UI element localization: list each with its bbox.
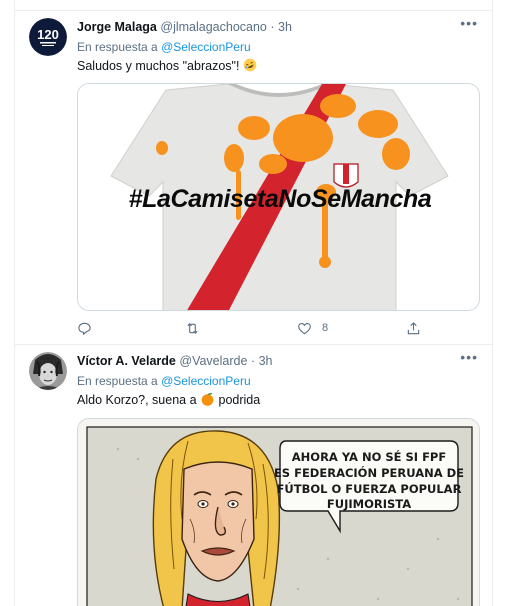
tweet-text: Aldo Korzo?, suena a podrida (77, 392, 260, 409)
share-button[interactable] (406, 319, 421, 337)
hashtag-text: #LaCamisetaNoSeMancha (129, 185, 432, 213)
reply-context: En respuesta a @SeleccionPeru (77, 40, 251, 54)
tweet[interactable]: 120 Jorge Malaga @jlmalagachocano · 3h •… (15, 10, 492, 344)
author-handle[interactable]: @Vavelarde (179, 354, 247, 368)
more-options-icon[interactable]: ••• (460, 349, 478, 365)
reply-prefix: En respuesta a (77, 374, 158, 388)
retweet-icon (187, 322, 198, 334)
author-name[interactable]: Víctor A. Velarde (77, 354, 176, 368)
reply-mention[interactable]: @SeleccionPeru (161, 374, 251, 388)
bubble-line-2: ES FEDERACIÓN PERUANA DE (274, 465, 464, 480)
avatar[interactable]: 120 (29, 18, 67, 56)
tweet-text-before: Aldo Korzo?, suena a (77, 393, 197, 407)
more-options-icon[interactable]: ••• (460, 15, 478, 31)
tweet-header: Jorge Malaga @jlmalagachocano · 3h (77, 20, 292, 34)
tweet-actions: 8 (77, 319, 437, 337)
reply-prefix: En respuesta a (77, 40, 158, 54)
author-handle[interactable]: @jlmalagachocano (160, 20, 267, 34)
timestamp[interactable]: 3h (259, 354, 273, 368)
tweet-text: Saludos y muchos "abrazos"! (77, 58, 257, 75)
separator: · (250, 354, 256, 368)
reply-icon (78, 322, 91, 335)
separator: · (270, 20, 275, 34)
share-icon (407, 321, 420, 334)
retweet-button[interactable] (185, 319, 200, 337)
tweet-header: Víctor A. Velarde @Vavelarde · 3h (77, 354, 272, 368)
author-name[interactable]: Jorge Malaga (77, 20, 157, 34)
timestamp[interactable]: 3h (278, 20, 292, 34)
bubble-line-1: AHORA YA NO SÉ SI FPF (292, 449, 446, 464)
tweet-text-after: podrida (218, 393, 261, 407)
tweet-image[interactable]: #LaCamisetaNoSeMancha (77, 83, 480, 311)
bubble-line-3: FÚTBOL O FUERZA POPULAR (277, 481, 462, 496)
like-count: 8 (322, 322, 329, 334)
tweet-image[interactable]: AHORA YA NO SÉ SI FPF ES FEDERACIÓN PERU… (77, 418, 480, 606)
reply-mention[interactable]: @SeleccionPeru (161, 40, 251, 54)
heart-icon (298, 322, 311, 334)
timeline: 120 Jorge Malaga @jlmalagachocano · 3h •… (14, 0, 493, 606)
like-button[interactable]: 8 (297, 319, 328, 337)
svg-text:120: 120 (37, 27, 59, 42)
laughing-emoji-icon (243, 58, 257, 75)
bubble-line-4: FUJIMORISTA (327, 497, 411, 511)
tweet[interactable]: Víctor A. Velarde @Vavelarde · 3h ••• En… (15, 344, 492, 606)
reply-context: En respuesta a @SeleccionPeru (77, 374, 251, 388)
avatar[interactable] (29, 352, 67, 390)
tweet-text-body: Saludos y muchos "abrazos"! (77, 59, 240, 73)
reply-button[interactable] (77, 319, 92, 337)
tangerine-emoji-icon (200, 392, 215, 409)
